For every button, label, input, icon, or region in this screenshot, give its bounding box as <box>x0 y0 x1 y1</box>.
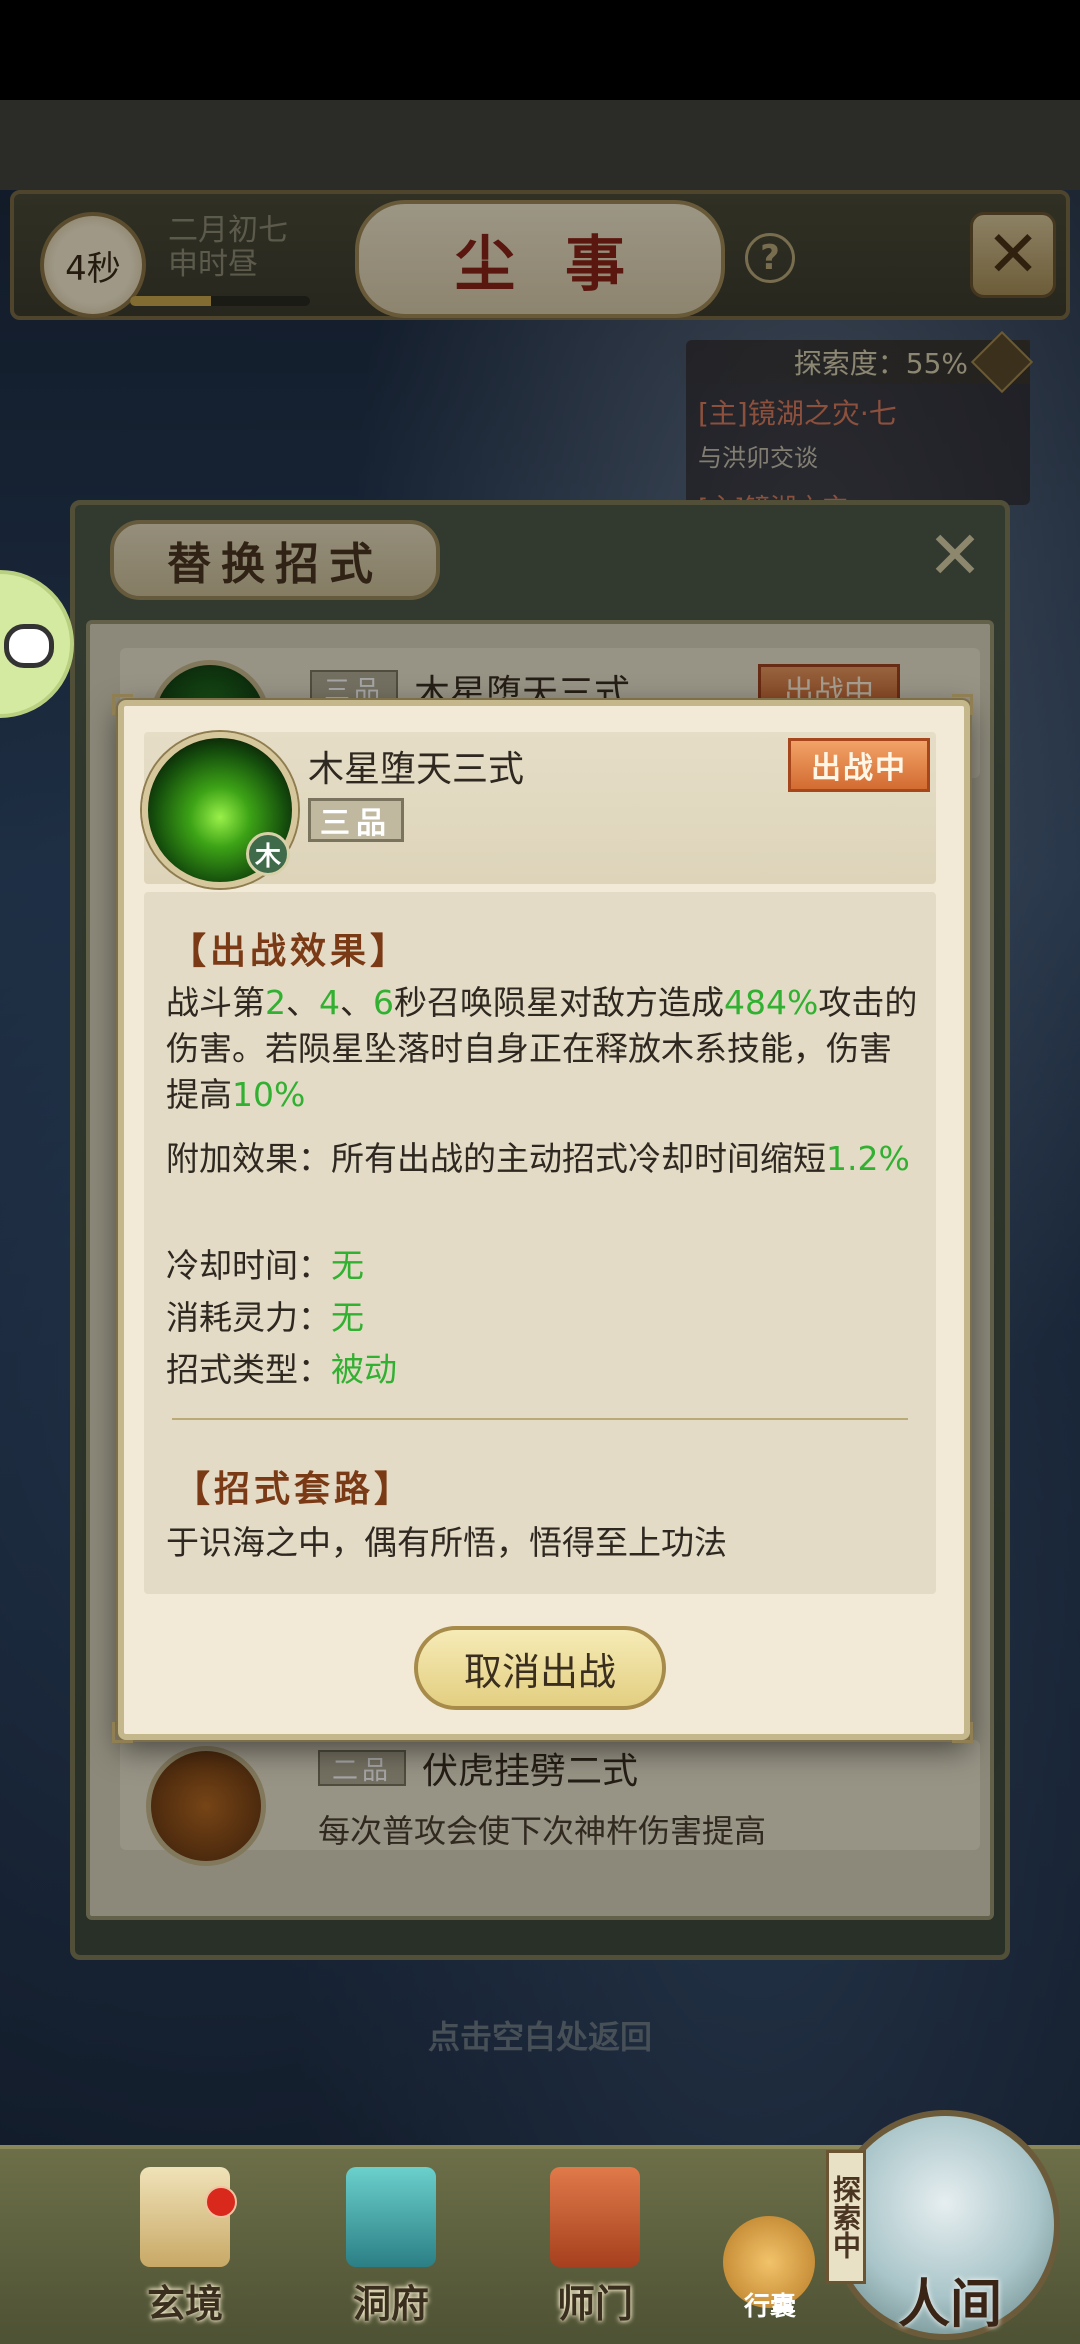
notification-dot <box>205 2186 237 2218</box>
routine-section-title: 【招式套路】 <box>174 1468 415 1510</box>
extra-effect: 附加效果：所有出战的主动招式冷却时间缩短1.2% <box>166 1136 918 1182</box>
cooldown-value: 无 <box>331 1246 364 1285</box>
cooldown-row: 冷却时间：无 <box>166 1240 364 1292</box>
cancel-deploy-button[interactable]: 取消出战 <box>414 1626 666 1710</box>
effect-text-part: 战斗第 <box>166 983 265 1022</box>
effect-text-part: 秒召唤陨星对敌方造成 <box>394 983 724 1022</box>
skill-type-value: 被动 <box>331 1350 397 1389</box>
nav-label: 玄境 <box>146 2281 223 2326</box>
effect-number: 2 <box>265 983 286 1022</box>
nav-xuanjing[interactable]: 玄境 <box>110 2145 260 2340</box>
status-badge: 出战中 <box>788 738 930 792</box>
mana-cost-row: 消耗灵力：无 <box>166 1292 364 1344</box>
scene-top-strip <box>0 100 1080 190</box>
skill-name: 木星堕天三式 <box>308 749 525 790</box>
extra-effect-value: 1.2% <box>826 1139 910 1178</box>
pavilion-icon <box>346 2167 436 2267</box>
effect-percent: 484% <box>724 983 819 1022</box>
effect-text-part: 、 <box>340 983 373 1022</box>
nav-shimen[interactable]: 师门 <box>520 2145 670 2340</box>
extra-effect-label: 附加效果：所有出战的主动招式冷却时间缩短 <box>166 1139 826 1178</box>
nav-dongfu[interactable]: 洞府 <box>316 2145 466 2340</box>
mana-cost-label: 消耗灵力： <box>166 1298 331 1337</box>
human-world-label: 人间 <box>897 2274 1002 2335</box>
effect-text-part: 、 <box>286 983 319 1022</box>
element-badge: 木 <box>246 832 290 876</box>
cooldown-label: 冷却时间： <box>166 1246 331 1285</box>
dialog-corner-ornament <box>952 1722 973 1743</box>
effect-number: 4 <box>319 983 340 1022</box>
exploring-tag: 探索中 <box>826 2150 866 2284</box>
bag-label: 行囊 <box>743 2292 796 2322</box>
dialog-corner-ornament <box>112 1722 133 1743</box>
skill-type-label: 招式类型： <box>166 1350 331 1389</box>
effect-percent: 10% <box>232 1075 306 1114</box>
nav-bag[interactable]: 行囊 <box>715 2210 825 2330</box>
effect-text: 战斗第2、4、6秒召唤陨星对敌方造成484%攻击的伤害。若陨星坠落时自身正在释放… <box>166 980 918 1118</box>
nav-label: 洞府 <box>352 2281 429 2326</box>
banner-icon <box>550 2167 640 2267</box>
dialog-corner-ornament <box>952 694 973 715</box>
effect-section-title: 【出战效果】 <box>170 930 411 972</box>
effect-number: 6 <box>373 983 394 1022</box>
nav-label: 师门 <box>556 2281 633 2326</box>
skill-type-row: 招式类型：被动 <box>166 1344 397 1396</box>
dialog-corner-ornament <box>112 694 133 715</box>
gamepad-icon <box>4 624 54 668</box>
mana-cost-value: 无 <box>331 1298 364 1337</box>
routine-text: 于识海之中，偶有所悟，悟得至上功法 <box>166 1523 727 1562</box>
status-bar <box>0 0 1080 100</box>
section-divider <box>172 1418 908 1420</box>
skill-tier: 三品 <box>308 798 404 842</box>
